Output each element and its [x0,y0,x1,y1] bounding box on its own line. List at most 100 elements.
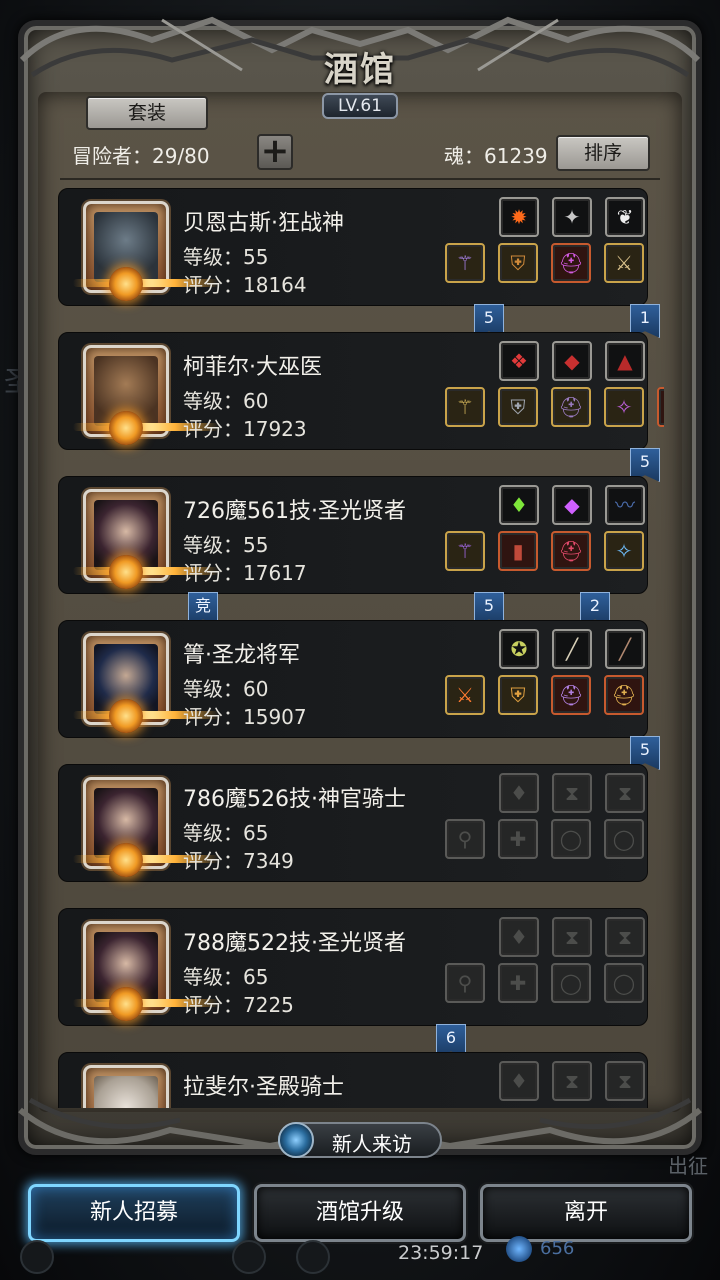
empty-hourglass-icon[interactable]: ⧗ [605,917,645,957]
rod-icon[interactable]: ╱ [552,629,592,669]
staff-icon[interactable]: ⚚ [445,243,485,283]
hero-card[interactable]: 箐·圣龙将军 等级：60 评分：15907 ✪ ╱ ╱ ⚔ ⛨ ⛑ ⛑ [58,620,648,738]
gold-helm-icon[interactable]: ⛑ [604,675,644,715]
helm-icon[interactable]: ⛑ [551,531,591,571]
hero-card[interactable]: 786魔526技·神官骑士 等级：65 评分：7349 ♦ ⧗ ⧗ ⚲ ✚ ◯ ◯ [58,764,648,882]
empty-drop-icon[interactable]: ♦ [499,1061,539,1101]
hero-score: 评分：17923 [183,417,307,441]
hero-name: 788魔522技·圣光贤者 [183,931,406,956]
empty-ring-icon[interactable]: ◯ [604,819,644,859]
hero-level: 等级：60 [183,677,269,701]
soul-count: 魂：61239 [444,144,548,168]
purple-helm-icon[interactable]: ⛑ [551,675,591,715]
dock-icon[interactable] [296,1240,330,1274]
hero-name: 拉斐尔·圣殿骑士 [183,1075,344,1100]
crest-icon[interactable]: ✦ [552,197,592,237]
tavern-level-badge: LV.61 [322,93,398,119]
empty-hourglass-icon[interactable]: ⧗ [605,773,645,813]
purple-staff-icon[interactable]: ⚚ [445,531,485,571]
hero-level: 等级：55 [183,245,269,269]
green-crystal-icon[interactable]: ♦ [499,485,539,525]
soul-gem-icon [506,1236,532,1262]
shield-icon[interactable]: ⛨ [498,387,538,427]
hero-card[interactable]: 726魔561技·圣光贤者 等级：55 评分：17617 ♦ ◆ 〰 ⚚ ▮ ⛑ ✧ [58,476,648,594]
cloak-icon[interactable]: ▮ [498,531,538,571]
dragon-sword-icon[interactable]: ⚔ [445,675,485,715]
hero-level: 等级：60 [183,389,269,413]
soul-footer-count: 656 [540,1238,575,1259]
empty-hourglass-icon[interactable]: ⧗ [552,917,592,957]
hero-card[interactable]: 柯菲尔·大巫医等级：60 评分：17923 ❖ ◆ ▲ ⚚ ⛨ ⛑ ✧ ♛ [58,332,664,450]
recruit-button[interactable]: 新人招募 [28,1184,240,1242]
knight-portrait [83,1065,169,1108]
rank-emblem-icon [109,411,143,445]
red-hat-icon[interactable]: ▲ [605,341,645,381]
gold-armor-icon[interactable]: ⛨ [498,675,538,715]
crown-icon[interactable]: ♛ [657,387,664,427]
dark-helm-icon[interactable]: ⛑ [551,387,591,427]
suit-button[interactable]: 套装 [86,96,208,130]
rank-emblem-icon [109,987,143,1021]
hero-card[interactable]: 拉斐尔·圣殿骑士 ♦ ⧗ ⧗ [58,1052,648,1108]
red-gem-icon[interactable]: ❖ [499,341,539,381]
hero-card[interactable]: 788魔522技·圣光贤者 等级：65 评分：7225 ♦ ⧗ ⧗ ⚲ ✚ ◯ ◯ [58,908,648,1026]
leave-button[interactable]: 离开 [480,1184,692,1242]
empty-armor-icon[interactable]: ✚ [498,819,538,859]
blade-icon[interactable]: ╱ [605,629,645,669]
sword-icon[interactable]: ⚔ [604,243,644,283]
dock-icon[interactable] [232,1240,266,1274]
empty-ring-icon[interactable]: ◯ [551,819,591,859]
empty-ring-icon[interactable]: ◯ [604,963,644,1003]
hero-score: 评分：17617 [183,561,307,585]
visitor-label: 新人来访 [332,1132,412,1156]
empty-hourglass-icon[interactable]: ⧗ [605,1061,645,1101]
rank-emblem-icon [109,699,143,733]
dock-icon[interactable] [20,1240,54,1274]
empty-hourglass-icon[interactable]: ⧗ [552,1061,592,1101]
title-plate: 酒馆 [300,42,420,94]
hero-level: 等级：65 [183,965,269,989]
armor-icon[interactable]: ⛨ [498,243,538,283]
empty-drop-icon[interactable]: ♦ [499,917,539,957]
page-title: 酒馆 [324,50,396,90]
depart-label: 出征 [668,1154,708,1178]
empty-drop-icon[interactable]: ♦ [499,773,539,813]
amulet-icon[interactable]: ✧ [604,387,644,427]
hero-name: 726魔561技·圣光贤者 [183,499,406,524]
hero-card[interactable]: 贝恩古斯·狂战神 等级：55 评分：18164 ✹ ✦ ❦ ⚚ ⛨ ⛑ ⚔ [58,188,648,306]
hero-list[interactable]: 贝恩古斯·狂战神 等级：55 评分：18164 ✹ ✦ ❦ ⚚ ⛨ ⛑ ⚔ 5 1 柯菲尔·大巫医 等级：… [56,186,664,1108]
empty-armor-icon[interactable]: ✚ [498,963,538,1003]
adventurer-count: 冒险者：29/80 [72,144,210,168]
helm-icon[interactable]: ⛑ [551,243,591,283]
rank-emblem-icon [109,843,143,877]
red-boot-icon[interactable]: ◆ [552,341,592,381]
gold-staff-icon[interactable]: ⚚ [445,387,485,427]
hero-score: 评分：7225 [183,993,294,1017]
hero-score: 评分：7349 [183,849,294,873]
fire-orb-icon[interactable]: ✹ [499,197,539,237]
hero-score: 评分：15907 [183,705,307,729]
new-visitor-button[interactable]: 新人来访 [278,1122,442,1158]
dark-whip-icon[interactable]: 〰 [605,485,645,525]
hero-name: 786魔526技·神官骑士 [183,787,406,812]
wing-icon[interactable]: ❦ [605,197,645,237]
rank-emblem-icon [109,555,143,589]
pendant-icon[interactable]: ✧ [604,531,644,571]
empty-mace-icon[interactable]: ⚲ [445,819,485,859]
hero-level: 等级：55 [183,533,269,557]
empty-hourglass-icon[interactable]: ⧗ [552,773,592,813]
tavern-upgrade-button[interactable]: 酒馆升级 [254,1184,466,1242]
purple-crystal-icon[interactable]: ◆ [552,485,592,525]
portrait-image [94,1076,158,1108]
empty-mace-icon[interactable]: ⚲ [445,963,485,1003]
hero-level: 等级：65 [183,821,269,845]
emblem-icon[interactable]: ✪ [499,629,539,669]
hero-name: 箐·圣龙将军 [183,643,300,668]
rank-emblem-icon [109,267,143,301]
sort-button[interactable]: 排序 [556,135,650,171]
hero-score: 评分：18164 [183,273,307,297]
empty-ring-icon[interactable]: ◯ [551,963,591,1003]
hero-name: 贝恩古斯·狂战神 [183,211,344,236]
add-slot-button[interactable]: + [257,134,293,170]
visitor-orb-icon [278,1122,314,1158]
